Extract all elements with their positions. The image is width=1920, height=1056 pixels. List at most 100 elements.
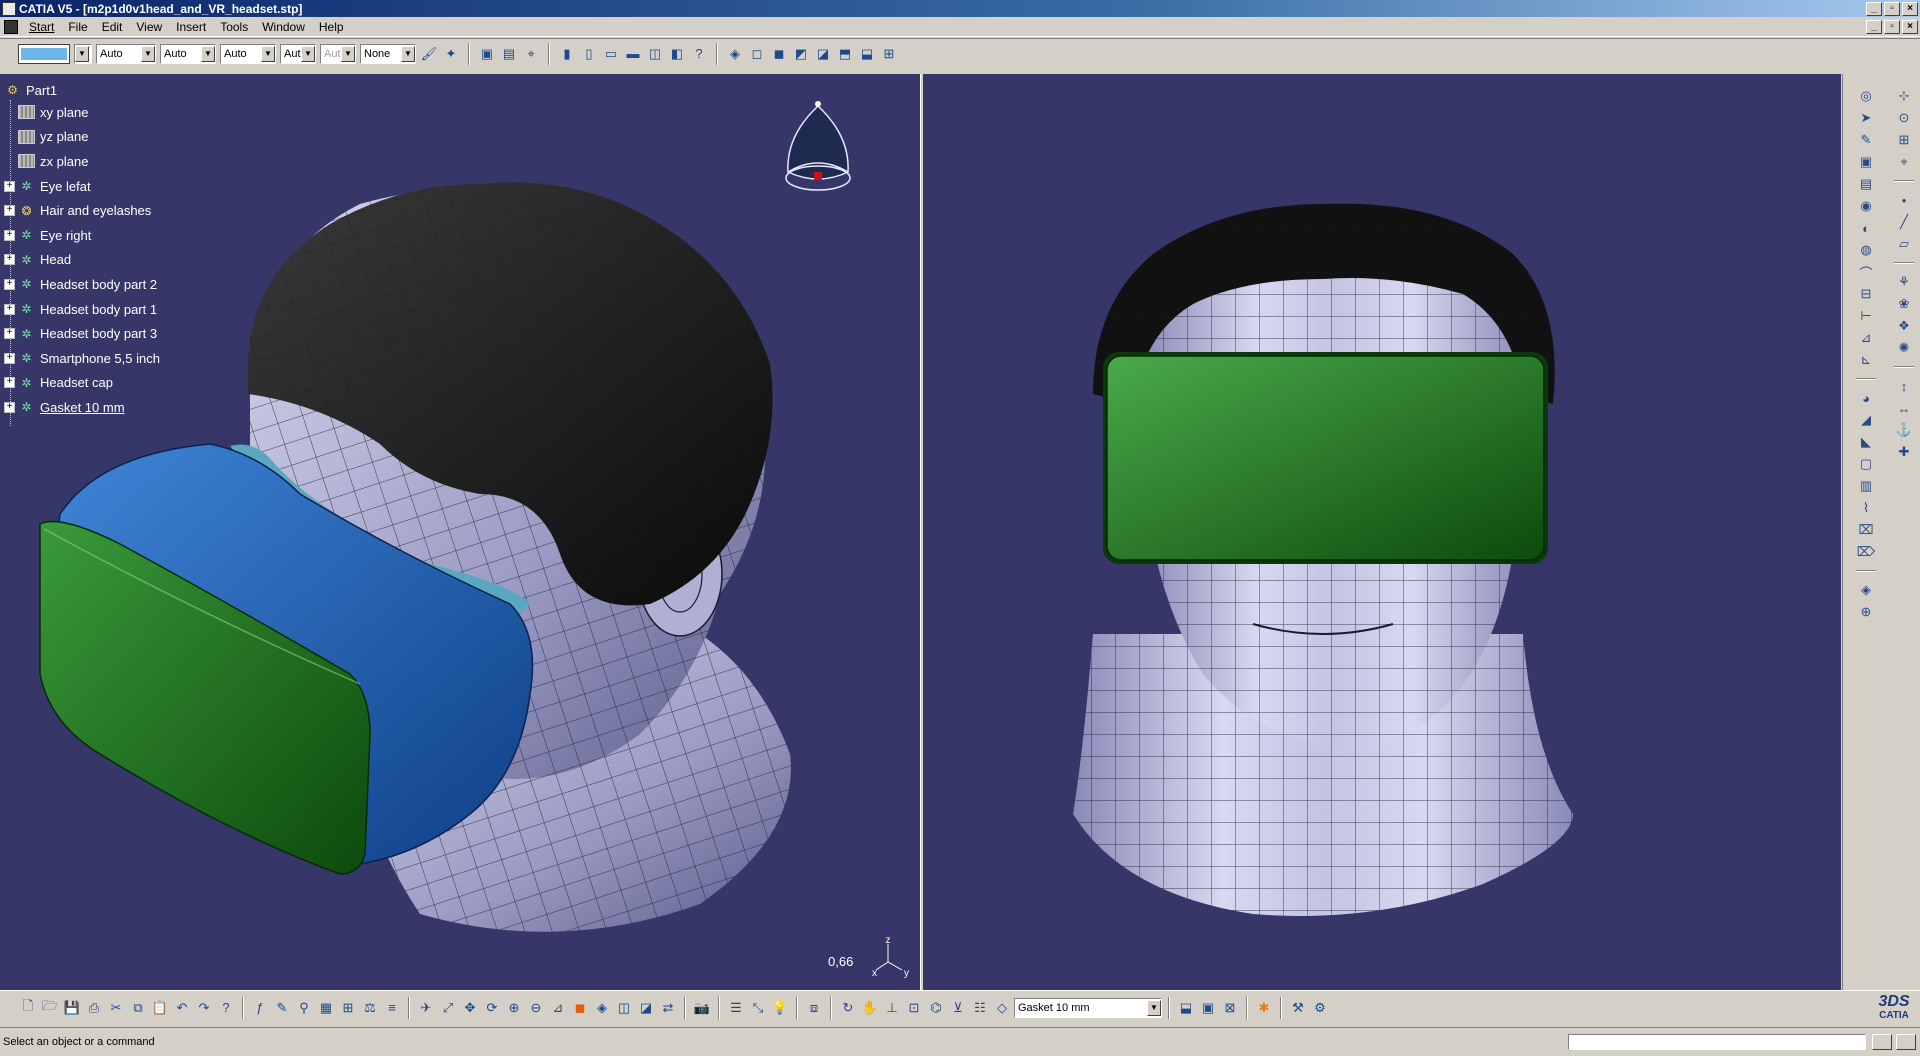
paste-icon[interactable]: 📋 bbox=[150, 999, 170, 1017]
top-view-icon[interactable]: ⬒ bbox=[836, 45, 854, 63]
menu-edit[interactable]: Edit bbox=[95, 20, 130, 34]
none-select[interactable]: None ▼ bbox=[360, 43, 416, 64]
remove-loft-icon[interactable]: ⊾ bbox=[1856, 350, 1876, 370]
copy-icon[interactable]: ⧉ bbox=[128, 999, 148, 1017]
zoom-out-icon[interactable]: ⊖ bbox=[526, 999, 546, 1017]
fly-mode-icon[interactable]: ✈ bbox=[416, 999, 436, 1017]
line-tool-icon[interactable]: ╱ bbox=[1894, 212, 1914, 232]
tree-item[interactable]: + ✲ Headset cap bbox=[4, 371, 160, 396]
thickness-icon[interactable]: ▥ bbox=[1856, 476, 1876, 496]
doc-close-button[interactable]: × bbox=[1902, 19, 1918, 34]
whats-this-icon[interactable]: ? bbox=[216, 999, 236, 1017]
sketch-icon[interactable]: ◎ bbox=[1856, 86, 1876, 106]
multi-view-icon[interactable]: ◼ bbox=[570, 999, 590, 1017]
cut-icon[interactable]: ✂ bbox=[106, 999, 126, 1017]
expand-icon[interactable]: + bbox=[4, 377, 15, 389]
hide-show-icon[interactable]: ◪ bbox=[636, 999, 656, 1017]
point-tool-icon[interactable]: ⊙ bbox=[1894, 108, 1914, 128]
doc-minimize-button[interactable]: _ bbox=[1866, 19, 1882, 34]
hole-icon[interactable]: ◍ bbox=[1856, 240, 1876, 260]
plane-surface-icon[interactable]: ▱ bbox=[1894, 234, 1914, 254]
named-views-icon[interactable]: ⊞ bbox=[880, 45, 898, 63]
constraint-tool-icon[interactable]: ↕ bbox=[1894, 376, 1914, 396]
define-work-object-icon[interactable]: ⤡ bbox=[748, 999, 768, 1017]
light-icon[interactable]: 💡 bbox=[770, 999, 790, 1017]
command-stop-button[interactable] bbox=[1872, 1034, 1892, 1050]
draft-icon[interactable]: ◣ bbox=[1856, 432, 1876, 452]
formula-icon[interactable]: ƒ bbox=[250, 999, 270, 1017]
groove-icon[interactable]: ◐ bbox=[1856, 218, 1876, 238]
menu-file[interactable]: File bbox=[61, 20, 94, 34]
tree-item[interactable]: + ❂ Hair and eyelashes bbox=[4, 198, 160, 223]
tree-item[interactable]: yz plane bbox=[4, 125, 160, 150]
tree-item[interactable]: + ✲ Gasket 10 mm bbox=[4, 395, 160, 420]
surface-icon[interactable]: ◇ bbox=[992, 999, 1012, 1017]
select-arrow-icon[interactable]: ➤ bbox=[1856, 108, 1876, 128]
properties-icon[interactable]: ✦ bbox=[442, 45, 460, 63]
hand-icon[interactable]: ✋ bbox=[860, 999, 880, 1017]
stamp-icon[interactable]: ⬓ bbox=[1176, 999, 1196, 1017]
expand-icon[interactable]: + bbox=[4, 352, 15, 364]
bottom-view-icon[interactable]: ⬓ bbox=[858, 45, 876, 63]
shaft-icon[interactable]: ◉ bbox=[1856, 196, 1876, 216]
swap-space-icon[interactable]: ⇄ bbox=[658, 999, 678, 1017]
assemble-icon[interactable]: ⊕ bbox=[1856, 602, 1876, 622]
line-type-select[interactable]: Auto ▼ bbox=[220, 43, 276, 64]
transparency-select[interactable]: Auto ▼ bbox=[96, 43, 156, 64]
expand-icon[interactable]: + bbox=[4, 328, 15, 340]
rotate-icon[interactable]: ⟳ bbox=[482, 999, 502, 1017]
painter-icon[interactable]: 🖌 bbox=[420, 45, 438, 63]
shading-edges-icon[interactable]: ▯ bbox=[580, 45, 598, 63]
expand-icon[interactable]: + bbox=[4, 180, 15, 192]
tool-palette-icon[interactable]: ⚒ bbox=[1288, 999, 1308, 1017]
command-input[interactable] bbox=[1568, 1034, 1866, 1050]
measure-icon[interactable]: ⚖ bbox=[360, 999, 380, 1017]
tree-item[interactable]: + ✲ Headset body part 3 bbox=[4, 321, 160, 346]
measure-tool-icon[interactable]: ✚ bbox=[1894, 442, 1914, 462]
slot-icon[interactable]: ⊟ bbox=[1856, 284, 1876, 304]
rib-icon[interactable]: ⌒ bbox=[1856, 262, 1876, 282]
menu-window[interactable]: Window bbox=[255, 20, 312, 34]
color-picker[interactable] bbox=[18, 43, 70, 64]
pad-icon[interactable]: ▣ bbox=[1856, 152, 1876, 172]
menu-start[interactable]: Start bbox=[22, 20, 61, 34]
material-icon[interactable]: ◫ bbox=[646, 45, 664, 63]
select-icon[interactable]: ⌖ bbox=[522, 45, 540, 63]
axis-icon[interactable]: ⊥ bbox=[882, 999, 902, 1017]
edit-icon[interactable]: ✎ bbox=[1856, 130, 1876, 150]
scene-icon[interactable]: ✺ bbox=[1894, 338, 1914, 358]
new-icon[interactable]: 🗋 bbox=[18, 998, 38, 1017]
replace-face-icon[interactable]: ⌦ bbox=[1856, 542, 1876, 562]
catalog-icon[interactable]: ⊠ bbox=[1220, 999, 1240, 1017]
dot-icon[interactable]: • bbox=[1894, 190, 1914, 210]
help-icon[interactable]: ? bbox=[690, 45, 708, 63]
left-3d-viewport[interactable]: ⚙ Part1 xy plane yz plane zx plane + ✲ Eye le… bbox=[0, 74, 920, 990]
snap-icon[interactable]: ⌖ bbox=[1894, 152, 1914, 172]
open-icon[interactable]: 🗁 bbox=[40, 998, 60, 1017]
tree-item[interactable]: + ✲ Smartphone 5,5 inch bbox=[4, 346, 160, 371]
anchor-icon[interactable]: ⚓ bbox=[1894, 420, 1914, 440]
plane-tool-icon[interactable]: ⊹ bbox=[1894, 86, 1914, 106]
back-view-icon[interactable]: ◼ bbox=[770, 45, 788, 63]
stiffener-icon[interactable]: ⊢ bbox=[1856, 306, 1876, 326]
tree-item[interactable]: + ✲ Eye lefat bbox=[4, 174, 160, 199]
command-cancel-button[interactable] bbox=[1896, 1034, 1916, 1050]
material-library-icon[interactable]: ⚘ bbox=[1894, 272, 1914, 292]
graph-icon[interactable]: ▣ bbox=[1198, 999, 1218, 1017]
layer-select[interactable]: Aut ▼ bbox=[280, 43, 316, 64]
minimize-button[interactable]: _ bbox=[1866, 1, 1882, 16]
tree-expand-icon[interactable]: ⊞ bbox=[338, 999, 358, 1017]
doc-restore-button[interactable]: ▫ bbox=[1884, 19, 1900, 34]
expand-icon[interactable]: + bbox=[4, 205, 15, 217]
update-icon[interactable]: ↻ bbox=[838, 999, 858, 1017]
menu-tools[interactable]: Tools bbox=[213, 20, 255, 34]
table-icon[interactable]: ▦ bbox=[316, 999, 336, 1017]
apply-material-icon[interactable]: ❀ bbox=[1894, 294, 1914, 314]
pocket-icon[interactable]: ▤ bbox=[1856, 174, 1876, 194]
loft-icon[interactable]: ⊿ bbox=[1856, 328, 1876, 348]
wireframe-icon[interactable]: ▭ bbox=[602, 45, 620, 63]
boolean-icon[interactable]: ◈ bbox=[1856, 580, 1876, 600]
print-icon[interactable]: ⎙ bbox=[84, 999, 104, 1017]
analysis-icon[interactable]: ⧈ bbox=[804, 999, 824, 1017]
expand-icon[interactable]: + bbox=[4, 278, 15, 290]
